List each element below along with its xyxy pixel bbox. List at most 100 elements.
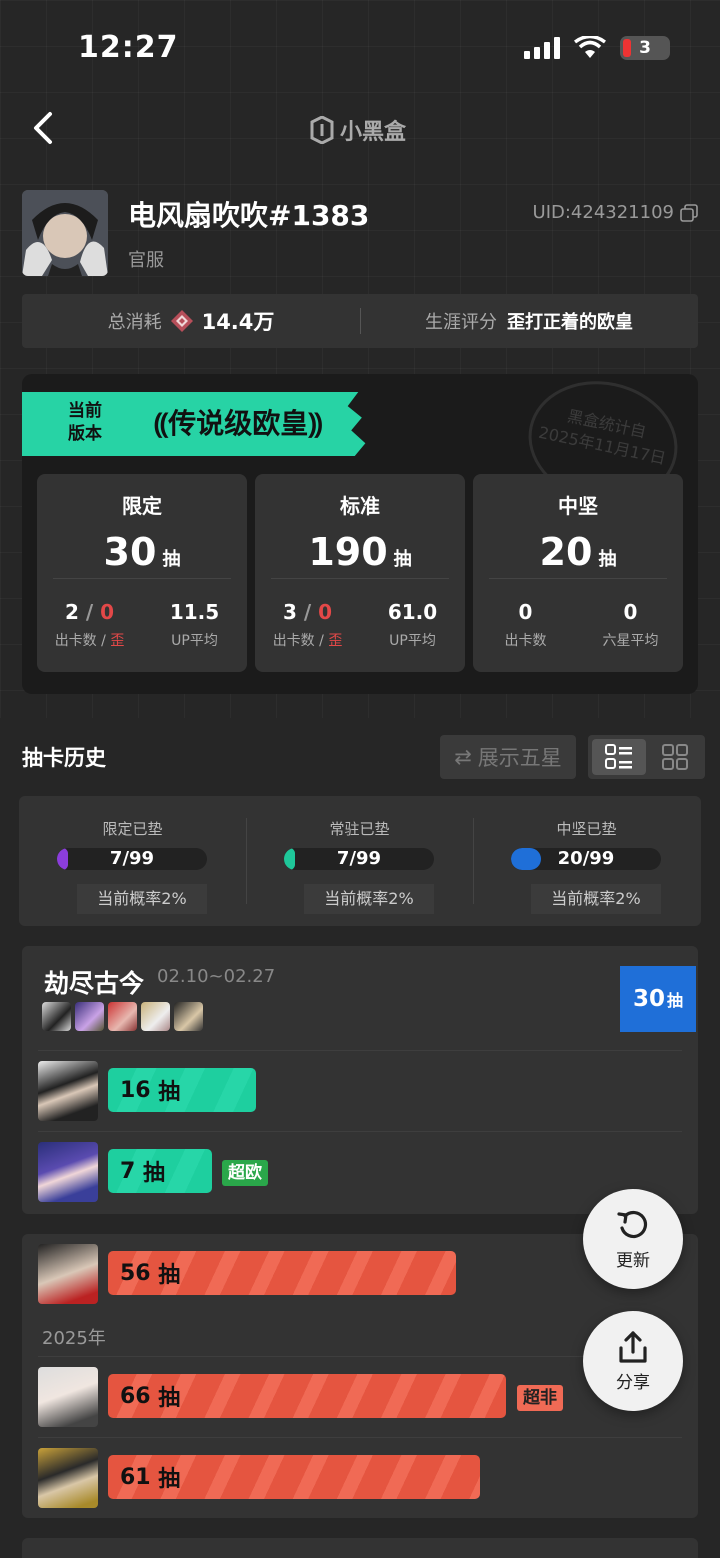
pool-dates: 02.10~02.27 (157, 966, 276, 987)
share-icon (619, 1330, 647, 1363)
stat-s1-text: 出卡数 / (272, 633, 324, 649)
stat-c2-label: 六星平均 (602, 633, 659, 649)
back-arrow-icon[interactable] (26, 106, 66, 150)
unlucky-tag: 超非 (517, 1385, 563, 1411)
stat-cards-obtained: 0 (518, 600, 533, 624)
refresh-label: 更新 (616, 1250, 650, 1271)
pity-card: 限定已垫 7/99 当前概率2% 常驻已垫 7/99 当前概率2% 中坚已垫 2… (19, 796, 701, 926)
stat-cards-obtained: 3 / 0 (255, 600, 360, 624)
app-name: 小黑盒 (340, 120, 407, 145)
pity-standard: 常驻已垫 7/99 当前概率2% (246, 796, 473, 926)
wifi-icon (574, 36, 606, 58)
version-label: 当前 版本 (68, 400, 102, 446)
operator-avatar (38, 1061, 98, 1121)
copy-icon[interactable] (680, 203, 698, 222)
stat-s1-red: 歪 (110, 633, 125, 649)
version-label-line1: 当前 (68, 401, 102, 421)
stat-cards-obtained: 2 / 0 (37, 600, 142, 624)
pull-record-row[interactable]: 16 抽 (38, 1050, 682, 1130)
stat-count-unit: 抽 (162, 549, 181, 570)
heybox-logo-icon (310, 116, 334, 144)
total-cost-label: 总消耗 (107, 312, 162, 333)
pull-record-row[interactable]: 61 抽 (38, 1437, 682, 1517)
signal-icon (524, 37, 560, 59)
operator-thumbnail (108, 1002, 137, 1031)
total-cost-value: 14.4万 (201, 310, 275, 334)
stat-c1-sep: / (303, 600, 312, 624)
stat-c1-off: 0 (100, 600, 115, 624)
stat-six-star-average: 0 (623, 600, 638, 624)
show-five-star-label: 展示五星 (477, 746, 562, 770)
operator-avatar (38, 1367, 98, 1427)
pity-value: 7/99 (336, 848, 382, 869)
app-logo: 小黑盒 (310, 114, 406, 146)
stat-card-limited[interactable]: 限定 30 抽 2 / 0 11.5 出卡数 / 歪 UP平均 (37, 474, 247, 672)
nav-bar: 小黑盒 (0, 100, 720, 160)
status-bar: 12:27 3 (0, 0, 720, 96)
version-title-text: 传说级欧皇 (168, 407, 309, 440)
share-label: 分享 (616, 1372, 650, 1393)
next-pool-card[interactable] (22, 1538, 698, 1558)
operator-avatar (38, 1142, 98, 1202)
history-title: 抽卡历史 (22, 746, 106, 770)
uid-copy[interactable]: UID:424321109 (533, 202, 698, 223)
list-view-button[interactable] (592, 739, 646, 775)
pool-operator-thumbnails (42, 1002, 203, 1031)
share-button[interactable]: 分享 (583, 1311, 683, 1411)
battery-indicator: 3 (620, 36, 670, 60)
pull-count-bar: 16 抽 (108, 1068, 256, 1112)
stat-title: 限定 (122, 494, 162, 518)
uid-text: UID:424321109 (532, 202, 674, 223)
pull-count: 66 (120, 1383, 151, 1409)
stat-c1-off: 0 (318, 600, 333, 624)
user-avatar[interactable] (22, 190, 108, 276)
stat-divider (489, 578, 667, 579)
pull-count-bar: 7 抽 (108, 1149, 212, 1193)
pull-record-row[interactable]: 7 抽 超欧 (38, 1131, 682, 1211)
stat-count-value: 30 (103, 530, 157, 574)
laurel-left-icon: ⸨ (154, 407, 169, 440)
version-label-line2: 版本 (68, 424, 102, 444)
pity-rate: 当前概率2% (531, 884, 661, 914)
grid-view-icon (662, 744, 688, 770)
pull-count: 7 (120, 1158, 136, 1184)
stat-divider (53, 578, 231, 579)
operator-avatar (38, 1448, 98, 1508)
server-label: 官服 (128, 250, 164, 271)
operator-avatar (38, 1244, 98, 1304)
pity-limited: 限定已垫 7/99 当前概率2% (19, 796, 246, 926)
battery-level: 3 (639, 38, 651, 58)
version-banner: 当前 版本 ⸨传说级欧皇⸩ (22, 392, 366, 456)
pull-unit: 抽 (158, 1467, 181, 1492)
pull-count: 56 (120, 1260, 151, 1286)
stat-title: 标准 (340, 494, 380, 518)
refresh-icon (617, 1210, 648, 1238)
stat-card-standard[interactable]: 标准 190 抽 3 / 0 61.0 出卡数 / 歪 UP平均 (255, 474, 465, 672)
stat-count: 190 抽 (255, 530, 465, 574)
pull-unit: 抽 (158, 1386, 181, 1411)
pity-value: 20/99 (557, 848, 615, 869)
career-rating-label: 生涯评分 (425, 312, 497, 333)
app-screen: 12:27 3 小黑盒 电风扇吹吹#1383 官服 UID:424321109 … (0, 0, 720, 1558)
operator-thumbnail (174, 1002, 203, 1031)
version-card: 黑盒统计自 2025年11月17日 当前 版本 ⸨传说级欧皇⸩ 限定 30 抽 2 … (22, 374, 698, 694)
career-rating-value: 歪打正着的欧皇 (507, 312, 633, 333)
refresh-button[interactable]: 更新 (583, 1189, 683, 1289)
profile-header: 电风扇吹吹#1383 官服 UID:424321109 (22, 188, 698, 278)
pull-count: 61 (120, 1464, 151, 1490)
pull-unit: 抽 (158, 1080, 181, 1105)
stat-count: 20 抽 (473, 530, 683, 574)
stat-count-unit: 抽 (393, 549, 412, 570)
stat-s1-text: 出卡数 / (54, 633, 106, 649)
pool-pull-count-badge: 30 抽 (620, 966, 696, 1032)
stat-c1-label: 出卡数 (504, 633, 547, 649)
lucky-tag: 超欧 (222, 1160, 268, 1186)
year-separator: 2025年 (42, 1328, 106, 1349)
stat-count-value: 190 (308, 530, 388, 574)
show-five-star-toggle[interactable]: ⇄ 展示五星 (440, 735, 576, 779)
pity-value: 7/99 (109, 848, 155, 869)
grid-view-button[interactable] (648, 739, 702, 775)
status-time: 12:27 (78, 30, 179, 65)
stat-card-core[interactable]: 中坚 20 抽 0 0 出卡数 六星平均 (473, 474, 683, 672)
banner-pool-card[interactable]: 劫尽古今 02.10~02.27 30 抽 16 抽 7 抽 超欧 (22, 946, 698, 1214)
